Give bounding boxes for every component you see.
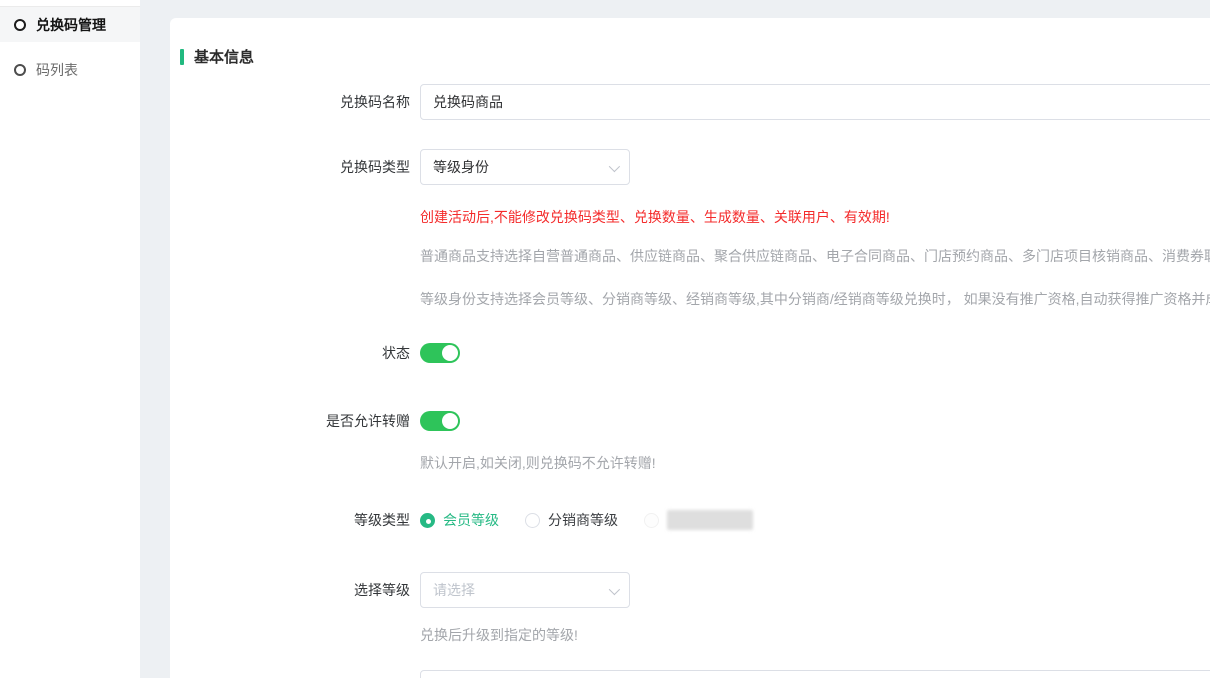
type-tip-line2: 等级身份支持选择会员等级、分销商等级、经销商等级,其中分销商/经销商等级兑换时，… <box>420 289 1210 309</box>
sidebar-item-code-list[interactable]: 码列表 <box>0 52 140 88</box>
radio-selected-icon <box>420 513 435 528</box>
circle-bullet-icon <box>14 64 26 76</box>
partial-bottom-input[interactable] <box>420 670 1210 678</box>
status-label: 状态 <box>170 343 410 363</box>
toggle-knob <box>442 345 458 361</box>
transfer-label: 是否允许转赠 <box>170 411 410 431</box>
level-select-help-text: 兑换后升级到指定的等级! <box>420 625 578 645</box>
sidebar-item-label: 兑换码管理 <box>36 15 106 35</box>
chevron-down-icon <box>609 584 620 595</box>
transfer-toggle[interactable] <box>420 411 460 431</box>
sidebar-item-label: 码列表 <box>36 60 78 80</box>
sidebar-item-redeem-code-management[interactable]: 兑换码管理 <box>0 6 140 42</box>
circle-bullet-icon <box>14 19 26 31</box>
type-tip-line1: 普通商品支持选择自营普通商品、供应链商品、聚合供应链商品、电子合同商品、门店预约… <box>420 246 1210 266</box>
radio-unselected-icon <box>525 513 540 528</box>
level-select-label: 选择等级 <box>170 572 410 608</box>
main-panel: 基本信息 兑换码名称 兑换码类型 等级身份 创建活动后,不能修改兑换码类型、兑换… <box>170 18 1210 678</box>
radio-member-level[interactable]: 会员等级 <box>420 510 499 530</box>
level-select-placeholder: 请选择 <box>433 580 475 600</box>
type-warning-text: 创建活动后,不能修改兑换码类型、兑换数量、生成数量、关联用户、有效期! <box>420 207 890 227</box>
level-type-radio-group: 会员等级 分销商等级 <box>420 510 753 530</box>
section-accent-bar <box>180 49 184 65</box>
type-label: 兑换码类型 <box>170 149 410 185</box>
level-select[interactable]: 请选择 <box>420 572 630 608</box>
transfer-help-text: 默认开启,如关闭,则兑换码不允许转赠! <box>420 453 656 473</box>
chevron-down-icon <box>609 161 620 172</box>
status-toggle[interactable] <box>420 343 460 363</box>
redeem-code-name-input[interactable] <box>420 84 1210 120</box>
name-label: 兑换码名称 <box>170 84 410 120</box>
radio-distributor-level[interactable]: 分销商等级 <box>525 510 618 530</box>
radio-label: 分销商等级 <box>548 510 618 530</box>
redeem-code-type-select[interactable]: 等级身份 <box>420 149 630 185</box>
radio-redacted-option[interactable] <box>644 510 753 530</box>
level-type-label: 等级类型 <box>170 510 410 530</box>
redacted-label-blur <box>667 510 753 530</box>
section-title: 基本信息 <box>194 46 254 67</box>
toggle-knob <box>442 413 458 429</box>
selected-type-value: 等级身份 <box>433 157 489 177</box>
radio-unselected-icon <box>644 513 659 528</box>
section-header: 基本信息 <box>180 46 254 67</box>
sidebar: 兑换码管理 码列表 <box>0 0 140 678</box>
radio-label: 会员等级 <box>443 510 499 530</box>
